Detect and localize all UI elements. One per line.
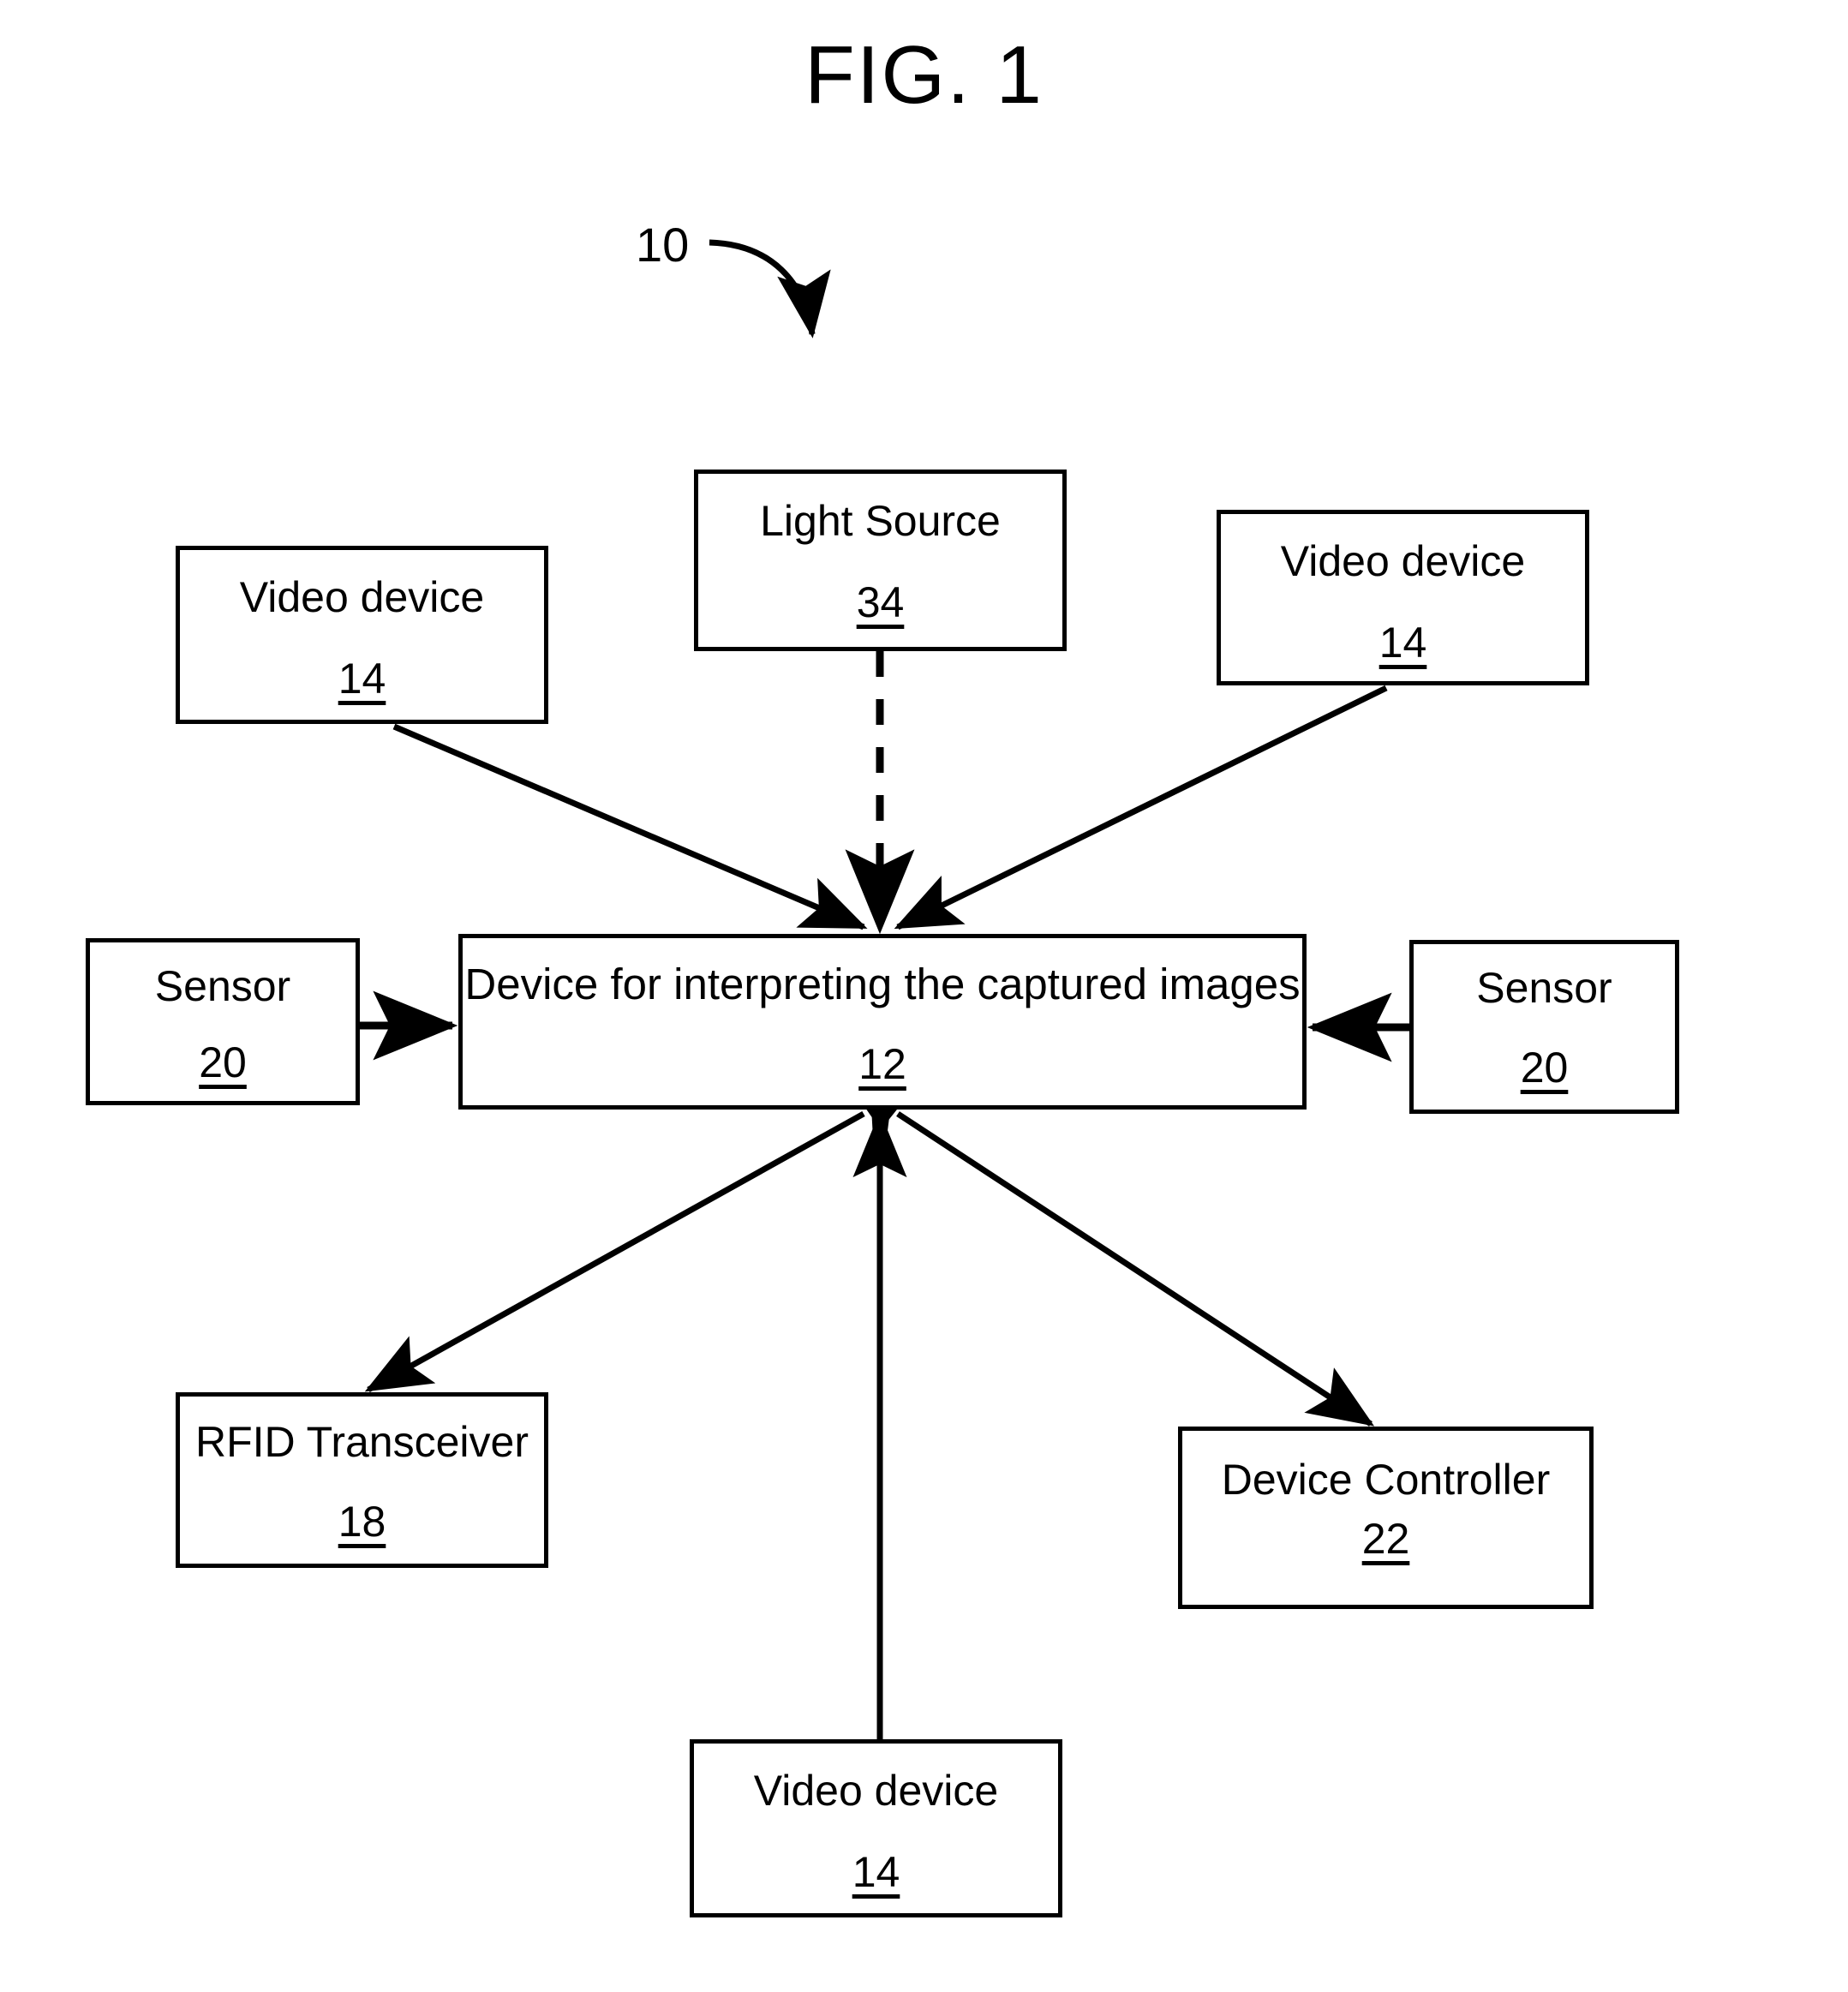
node-light-source[interactable]: Light Source 34 [694, 470, 1067, 651]
node-device-controller-ref: 22 [1361, 1515, 1410, 1563]
node-rfid-transceiver[interactable]: RFID Transceiver 18 [176, 1392, 548, 1568]
connector-interpreter-to-rfid [364, 1083, 918, 1393]
system-reference-label: 10 [636, 218, 690, 272]
node-light-source-title: Light Source [760, 497, 1001, 545]
node-video-device-bottom-title: Video device [753, 1767, 999, 1815]
connector-video-top-left-to-interpreter [392, 723, 868, 930]
system-pointer-curve [709, 239, 831, 338]
node-sensor-right[interactable]: Sensor 20 [1409, 940, 1679, 1114]
connector-video-top-right-to-interpreter [894, 685, 1388, 930]
node-video-device-top-left-ref: 14 [338, 655, 386, 703]
figure-canvas: FIG. 1 10 Light Source 34 Video device 1… [0, 0, 1848, 1992]
node-light-source-ref: 34 [856, 578, 905, 626]
node-device-controller-title: Device Controller [1221, 1456, 1551, 1504]
node-sensor-right-title: Sensor [1476, 964, 1612, 1012]
node-rfid-transceiver-ref: 18 [338, 1498, 386, 1546]
node-sensor-left-title: Sensor [154, 962, 291, 1010]
node-interpreter[interactable]: Device for interpreting the captured ima… [458, 934, 1307, 1110]
node-interpreter-title: Device for interpreting the captured ima… [464, 960, 1301, 1008]
node-video-device-bottom-ref: 14 [852, 1848, 900, 1896]
node-video-device-top-right-title: Video device [1280, 537, 1526, 585]
connector-interpreter-to-device-controller [846, 1080, 1375, 1427]
node-sensor-right-ref: 20 [1520, 1044, 1569, 1092]
node-interpreter-ref: 12 [858, 1040, 906, 1089]
node-video-device-top-left-title: Video device [239, 573, 485, 621]
node-video-device-top-right-ref: 14 [1379, 619, 1427, 667]
node-sensor-left-ref: 20 [199, 1038, 247, 1086]
node-device-controller[interactable]: Device Controller 22 [1178, 1427, 1594, 1609]
node-rfid-transceiver-title: RFID Transceiver [195, 1418, 529, 1466]
node-video-device-top-right[interactable]: Video device 14 [1217, 510, 1589, 685]
node-sensor-left[interactable]: Sensor 20 [86, 938, 360, 1105]
node-video-device-top-left[interactable]: Video device 14 [176, 546, 548, 724]
node-video-device-bottom[interactable]: Video device 14 [690, 1739, 1062, 1917]
page-title: FIG. 1 [804, 29, 1044, 121]
